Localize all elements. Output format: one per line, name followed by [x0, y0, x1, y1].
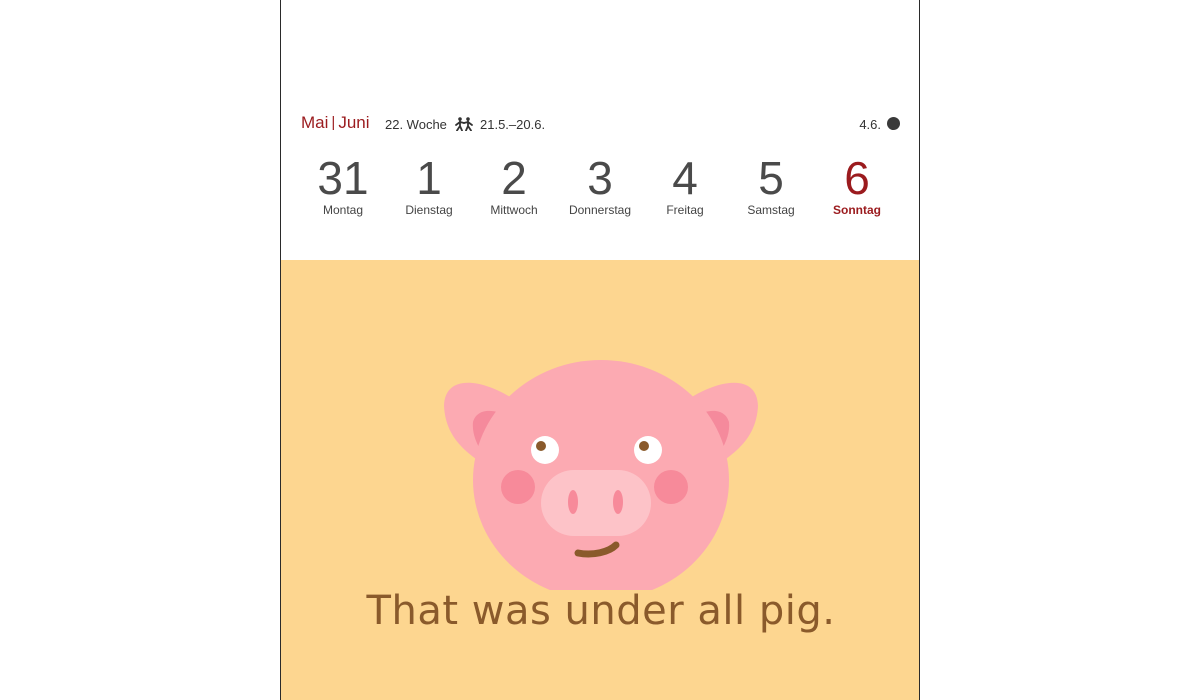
day-number: 6 [844, 152, 870, 204]
day-saturday: 5 Samstag [726, 152, 816, 217]
illustration-panel: That was under all pig. [281, 260, 919, 700]
day-tuesday: 1 Dienstag [384, 152, 474, 217]
day-sunday: 6 Sonntag [812, 152, 902, 217]
day-number: 2 [501, 152, 527, 204]
calendar-header: Mai | Juni 22. Woche 21.5.–20.6. 4.6. 31 M… [281, 0, 919, 260]
day-name: Dienstag [405, 203, 453, 217]
moon-phase-date: 4.6. [859, 117, 881, 132]
gemini-twins-icon [455, 117, 473, 131]
day-number: 3 [587, 152, 613, 204]
day-name: Montag [322, 203, 364, 217]
day-thursday: 3 Donnerstag [555, 152, 645, 217]
day-name: Samstag [747, 203, 795, 217]
day-name: Freitag [666, 203, 704, 217]
pig-face-icon [444, 360, 758, 590]
day-number: 31 [317, 152, 369, 204]
day-wednesday: 2 Mittwoch [469, 152, 559, 217]
day-number: 1 [416, 152, 442, 204]
month-current: Mai [301, 113, 329, 132]
day-number: 5 [758, 152, 784, 204]
day-name: Sonntag [833, 203, 881, 217]
illustration-caption: That was under all pig. [366, 588, 836, 634]
day-monday: 31 Montag [298, 152, 388, 217]
week-number: 22. Woche [385, 117, 447, 132]
zodiac-date-range: 21.5.–20.6. [480, 117, 546, 132]
day-friday: 4 Freitag [640, 152, 730, 217]
month-separator: | [331, 114, 336, 131]
day-name: Mittwoch [490, 203, 538, 217]
calendar-page: Mai | Juni 22. Woche 21.5.–20.6. 4.6. 31 M… [280, 0, 920, 700]
month-next: Juni [338, 113, 370, 132]
full-moon-icon [887, 117, 900, 130]
day-name: Donnerstag [568, 203, 632, 217]
day-number: 4 [672, 152, 698, 204]
month-labels: Mai | Juni [301, 113, 370, 133]
